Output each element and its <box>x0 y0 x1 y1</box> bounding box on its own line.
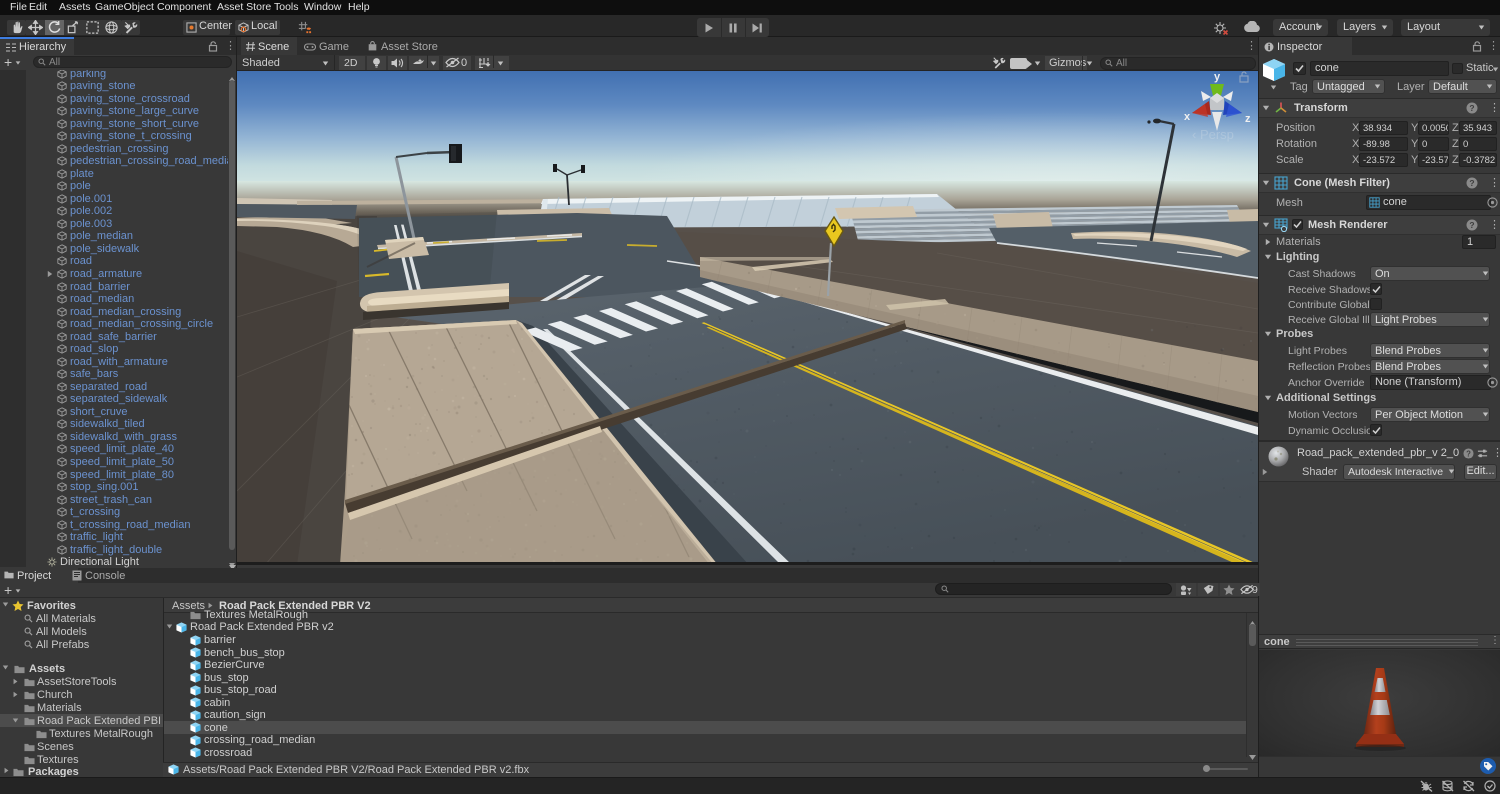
svg-text:?: ? <box>1469 103 1474 113</box>
svg-text:x: x <box>1184 111 1191 123</box>
svg-text:y: y <box>1214 71 1221 83</box>
svg-text:?: ? <box>1466 449 1471 458</box>
svg-text:?: ? <box>1469 178 1474 188</box>
svg-text:?: ? <box>1469 220 1474 230</box>
svg-text:‹ Persp: ‹ Persp <box>1192 127 1234 142</box>
svg-text:z: z <box>1245 113 1251 125</box>
